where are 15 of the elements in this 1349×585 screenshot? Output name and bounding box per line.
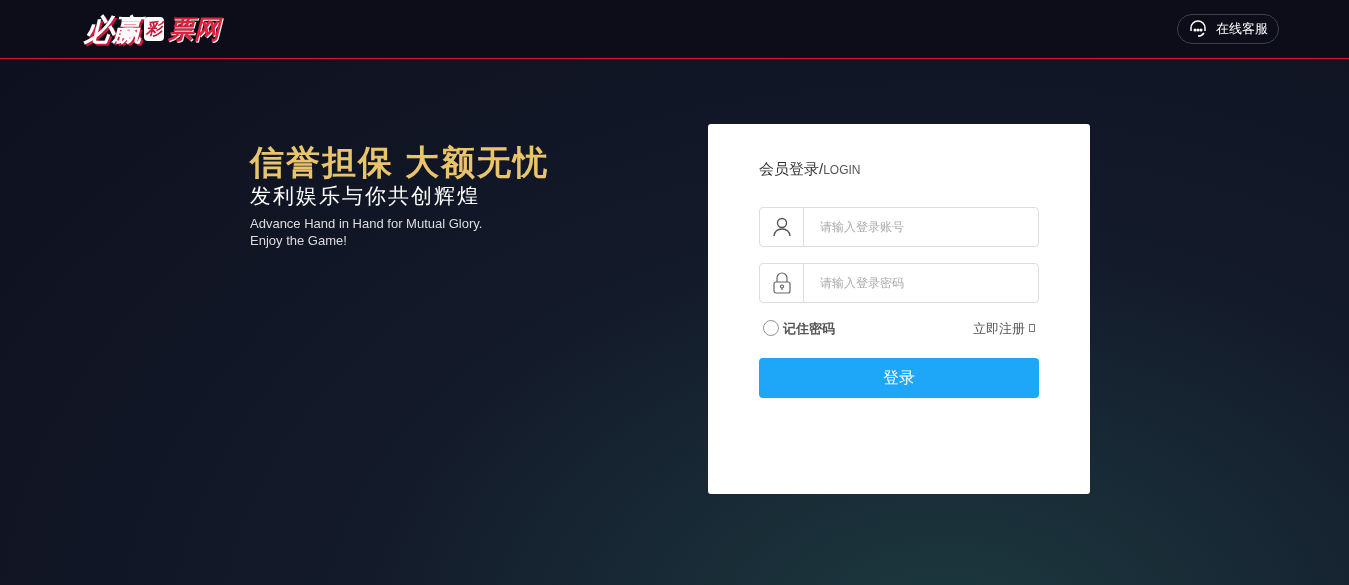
account-field[interactable]: 请输入登录账号 — [759, 206, 1039, 247]
english-tagline: Advance Hand in Hand for Mutual Glory. — [250, 215, 484, 232]
slogan: 信誉担保 大额无忧 — [250, 142, 551, 182]
person-icon — [772, 216, 791, 237]
register-link[interactable]: 立即注册 — [973, 318, 1025, 338]
login-title: 会员登录/LOGIN — [759, 159, 862, 179]
square-icon — [1029, 324, 1035, 333]
headset-icon — [1188, 20, 1208, 38]
remember-label: 记住密码 — [783, 319, 835, 338]
password-input[interactable]: 请输入登录密码 — [804, 263, 1038, 302]
password-field[interactable]: 请输入登录密码 — [759, 262, 1039, 303]
padlock-icon — [772, 271, 791, 294]
subtitle: 发利娱乐与你共创辉煌 — [250, 183, 481, 209]
english-tagline: Enjoy the Game! — [250, 232, 348, 249]
account-input[interactable]: 请输入登录账号 — [804, 207, 1038, 246]
